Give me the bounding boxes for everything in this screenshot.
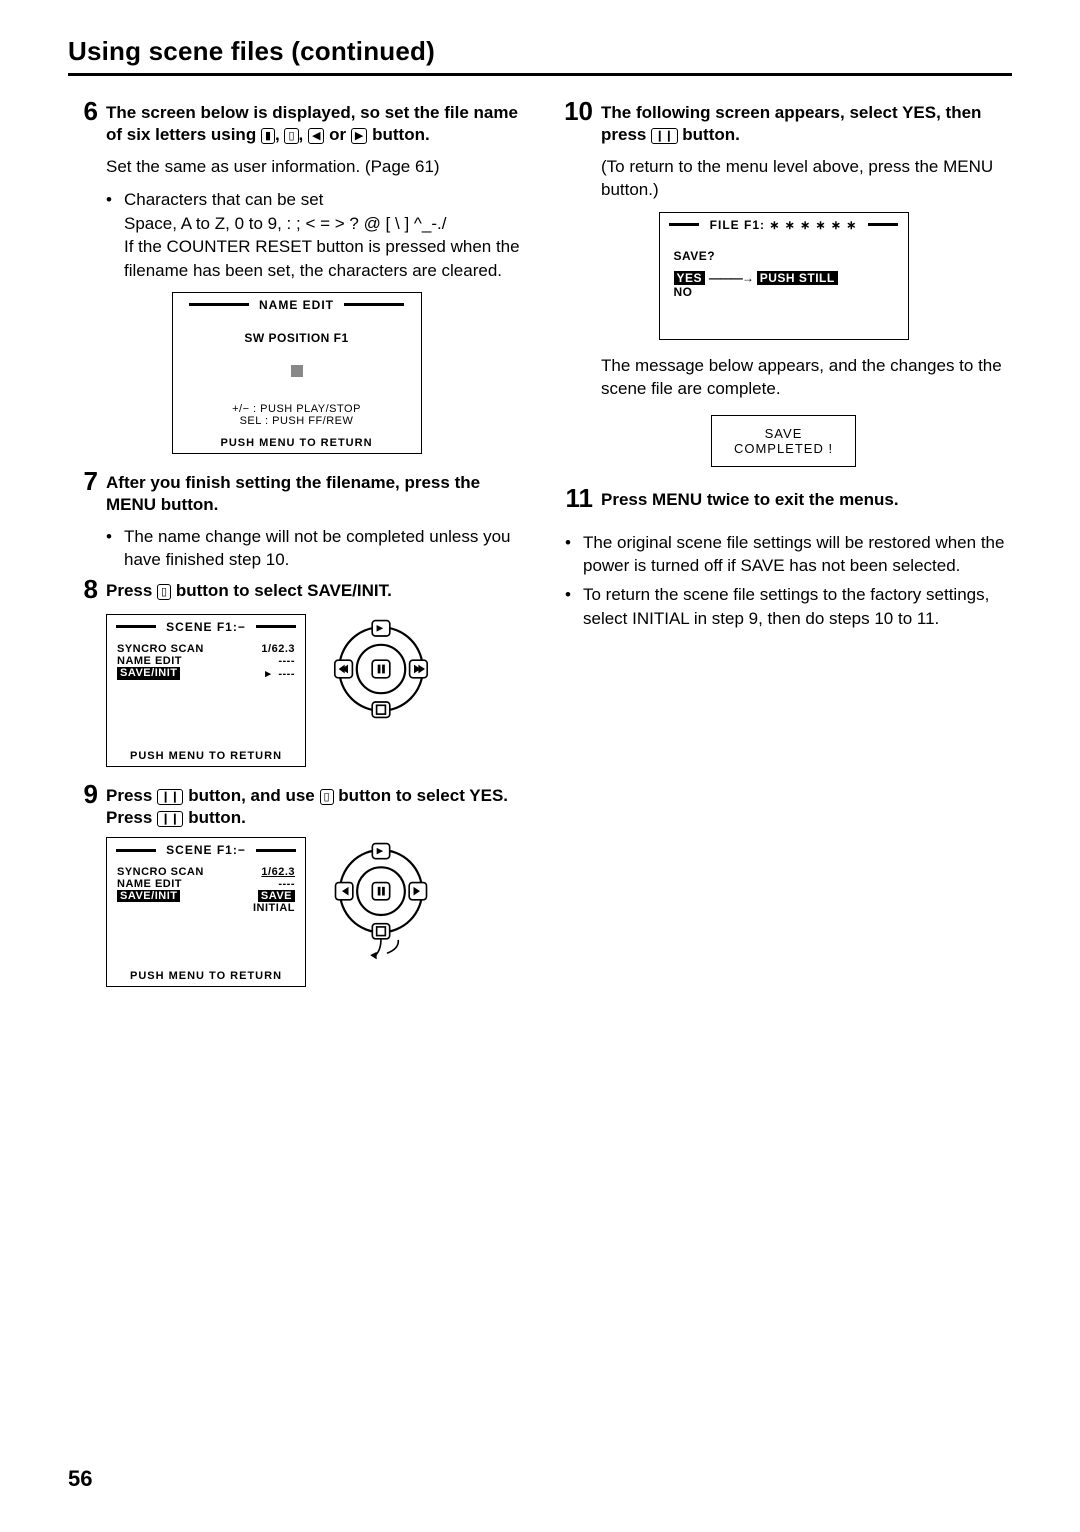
left-column: 6 The screen below is displayed, so set … [68,102,525,987]
row-name-edit: NAME EDIT [117,655,278,667]
page-title: Using scene files (continued) [68,36,1012,76]
pause-icon: ❙❙ [157,789,183,805]
step-number-6: 6 [68,98,98,124]
scene-f1-header: SCENE F1:− [160,620,252,634]
step-10-heading: The following screen appears, select YES… [601,102,1012,147]
file-f1-header: FILE F1: ∗ ∗ ∗ ∗ ∗ ∗ [704,218,864,232]
page-number: 56 [68,1466,92,1492]
scene-f1-footer-b: PUSH MENU TO RETURN [107,966,305,986]
step-number-11: 11 [555,485,593,511]
step-7-heading: After you finish setting the filename, p… [106,472,525,517]
step-6-chars-label: Characters that can be set [124,190,323,209]
step-6-chars: Space, A to Z, 0 to 9, : ; < = > ? @ [ \… [124,214,446,233]
step-number-7: 7 [68,468,98,494]
step-10-after: The message below appears, and the chang… [601,354,1012,401]
step-number-9: 9 [68,781,98,807]
file-no: NO [674,285,894,299]
control-wheel-icon [326,614,436,724]
ff-rew-icon: ◀ [308,128,324,144]
step-9-heading-a: Press [106,786,157,805]
stop-icon: ▯ [320,789,334,805]
file-yes-selected: YES [674,271,706,285]
name-edit-screen: NAME EDIT SW POSITION F1 +/− : PUSH PLAY… [172,292,422,454]
stop-icon: ▯ [284,128,298,144]
pause-icon: ❙❙ [651,128,677,144]
step-8-heading-a: Press [106,581,157,600]
name-edit-footer: PUSH MENU TO RETURN [173,433,421,453]
name-edit-help2: SEL : PUSH FF/REW [183,415,411,427]
step-9-heading-b: button, and use [188,786,319,805]
name-edit-help1: +/− : PUSH PLAY/STOP [183,403,411,415]
arrow-icon: ———→ [709,271,753,285]
row-initial: INITIAL [253,902,295,914]
ff-icon: ▶ [351,128,367,144]
step-6-heading-c: button. [372,125,430,144]
step-8-heading: Press ▯ button to select SAVE/INIT. [106,580,525,602]
row-syncro: SYNCRO SCAN [117,643,261,655]
scene-f1-screen-b: SCENE F1:− SYNCRO SCAN1/62.3 NAME EDIT--… [106,837,306,987]
cursor-box-icon [291,365,303,377]
control-wheel-icon-b [326,837,436,967]
row-save-init-selected: SAVE/INIT [117,667,180,680]
note-2: To return the scene file settings to the… [565,583,1012,630]
step-6-heading: The screen below is displayed, so set th… [106,102,525,147]
stop-icon: ▯ [157,584,171,600]
scene-f1-header-b: SCENE F1:− [160,843,252,857]
save-completed-box: SAVE COMPLETED ! [711,415,856,467]
step-10-body: (To return to the menu level above, pres… [601,155,1012,202]
step-7-bullet: The name change will not be completed un… [106,525,525,572]
name-edit-header: NAME EDIT [253,298,340,312]
step-number-10: 10 [555,98,593,124]
row-save-selected: SAVE [258,890,295,902]
step-6-heading-b: or [329,125,351,144]
scene-f1-screen-a: SCENE F1:− SYNCRO SCAN1/62.3 NAME EDIT--… [106,614,306,767]
step-8-heading-b: button to select SAVE/INIT. [176,581,392,600]
file-push-still: PUSH STILL [757,271,838,285]
right-column: 10 The following screen appears, select … [555,102,1012,987]
pause-icon: ❙❙ [157,811,183,827]
row-syncro-b: SYNCRO SCAN [117,866,261,878]
save-completed-l1: SAVE [734,426,833,441]
save-completed-l2: COMPLETED ! [734,441,833,456]
step-10-heading-b: button. [682,125,740,144]
step-11-heading: Press MENU twice to exit the menus. [601,489,1012,511]
step-9-heading: Press ❙❙ button, and use ▯ button to sel… [106,785,525,830]
step-6-reset: If the COUNTER RESET button is pressed w… [124,237,520,279]
row-syncro-val-b: 1/62.3 [261,866,295,878]
step-number-8: 8 [68,576,98,602]
scene-f1-footer: PUSH MENU TO RETURN [107,746,305,766]
name-edit-line1: SW POSITION F1 [183,331,411,345]
row-name-edit-b: NAME EDIT [117,878,278,890]
row-name-edit-val-b: ---- [278,878,295,890]
step-6-bullet: Characters that can be set Space, A to Z… [106,188,525,282]
row-save-init-sel-b: SAVE/INIT [117,890,180,902]
note-1: The original scene file settings will be… [565,531,1012,578]
rew-icon: ▮ [261,128,275,144]
row-save-init-val: ---- [278,668,295,680]
file-f1-screen: FILE F1: ∗ ∗ ∗ ∗ ∗ ∗ SAVE? YES ———→ PUSH… [659,212,909,340]
step-9-heading-d: button. [188,808,246,827]
row-syncro-val: 1/62.3 [261,643,295,655]
file-f1-save-q: SAVE? [674,249,894,263]
row-name-edit-val: ---- [278,655,295,667]
step-6-body: Set the same as user information. (Page … [106,155,525,178]
